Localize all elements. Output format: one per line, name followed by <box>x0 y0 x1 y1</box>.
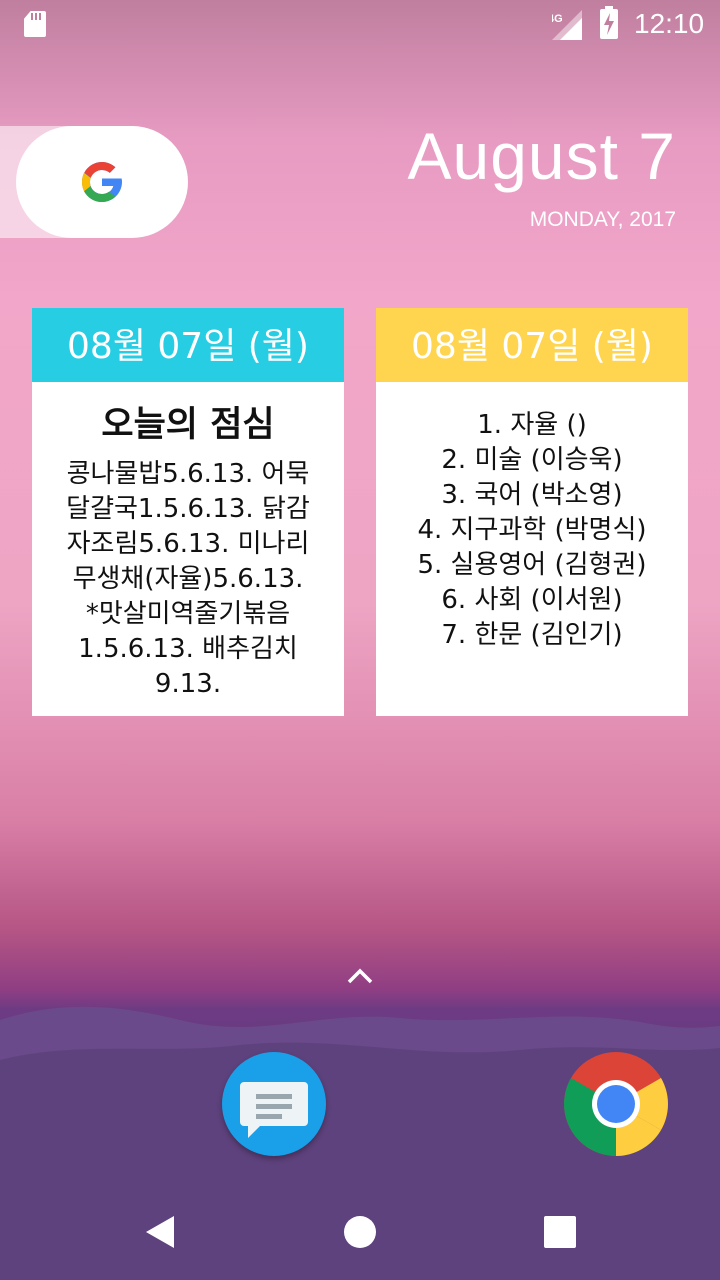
chrome-app-icon[interactable] <box>564 1052 668 1156</box>
menu-line: *맛살미역줄기볶음 <box>85 599 291 629</box>
menu-line: 달걀국1.5.6.13. 닭감 <box>66 494 310 524</box>
google-search-button[interactable] <box>16 126 188 238</box>
class-item: 2. 미술 (이승욱) <box>441 445 623 475</box>
home-icon[interactable] <box>344 1216 376 1248</box>
sd-card-icon <box>24 11 46 37</box>
menu-line: 9.13. <box>154 669 222 699</box>
lunch-menu: 콩나물밥5.6.13. 어묵 달걀국1.5.6.13. 닭감 자조림5.6.13… <box>32 457 344 702</box>
schedule-widget-header: 08월 07일 (월) <box>376 308 688 382</box>
message-bubble-icon <box>240 1082 308 1138</box>
status-bar: 4G 12:10 <box>0 0 720 48</box>
class-item: 7. 한문 (김인기) <box>441 620 623 650</box>
menu-line: 콩나물밥5.6.13. 어묵 <box>66 459 310 489</box>
lunch-widget[interactable]: 08월 07일 (월) 오늘의 점심 콩나물밥5.6.13. 어묵 달걀국1.5… <box>32 308 344 716</box>
cellular-signal-icon: 4G <box>552 10 582 40</box>
menu-line: 무생채(자율)5.6.13. <box>72 564 304 594</box>
date-weekday-year[interactable]: MONDAY, 2017 <box>530 208 676 232</box>
date-month-day[interactable]: August 7 <box>407 118 676 194</box>
schedule-widget[interactable]: 08월 07일 (월) 1. 자율 () 2. 미술 (이승욱) 3. 국어 (… <box>376 308 688 716</box>
class-item: 4. 지구과학 (박명식) <box>417 515 647 545</box>
lunch-widget-header: 08월 07일 (월) <box>32 308 344 382</box>
clock-time: 12:10 <box>634 8 705 39</box>
class-item: 3. 국어 (박소영) <box>441 480 623 510</box>
back-icon[interactable] <box>144 1214 176 1250</box>
class-item: 1. 자율 () <box>477 410 587 440</box>
messages-app-icon[interactable] <box>222 1052 326 1156</box>
menu-line: 자조림5.6.13. 미나리 <box>66 529 310 559</box>
chrome-logo-icon <box>564 1052 668 1156</box>
app-drawer-arrow-icon[interactable] <box>346 962 374 990</box>
battery-charging-icon <box>600 6 618 39</box>
network-type-label: 4G <box>552 13 563 25</box>
class-item: 6. 사회 (이서원) <box>441 585 623 615</box>
recent-apps-icon[interactable] <box>544 1216 576 1248</box>
class-item: 5. 실용영어 (김형권) <box>417 550 647 580</box>
google-logo-icon <box>82 162 122 202</box>
class-schedule-list: 1. 자율 () 2. 미술 (이승욱) 3. 국어 (박소영) 4. 지구과학… <box>376 408 688 653</box>
lunch-title: 오늘의 점심 <box>101 405 275 445</box>
menu-line: 1.5.6.13. 배추김치 <box>78 634 298 664</box>
